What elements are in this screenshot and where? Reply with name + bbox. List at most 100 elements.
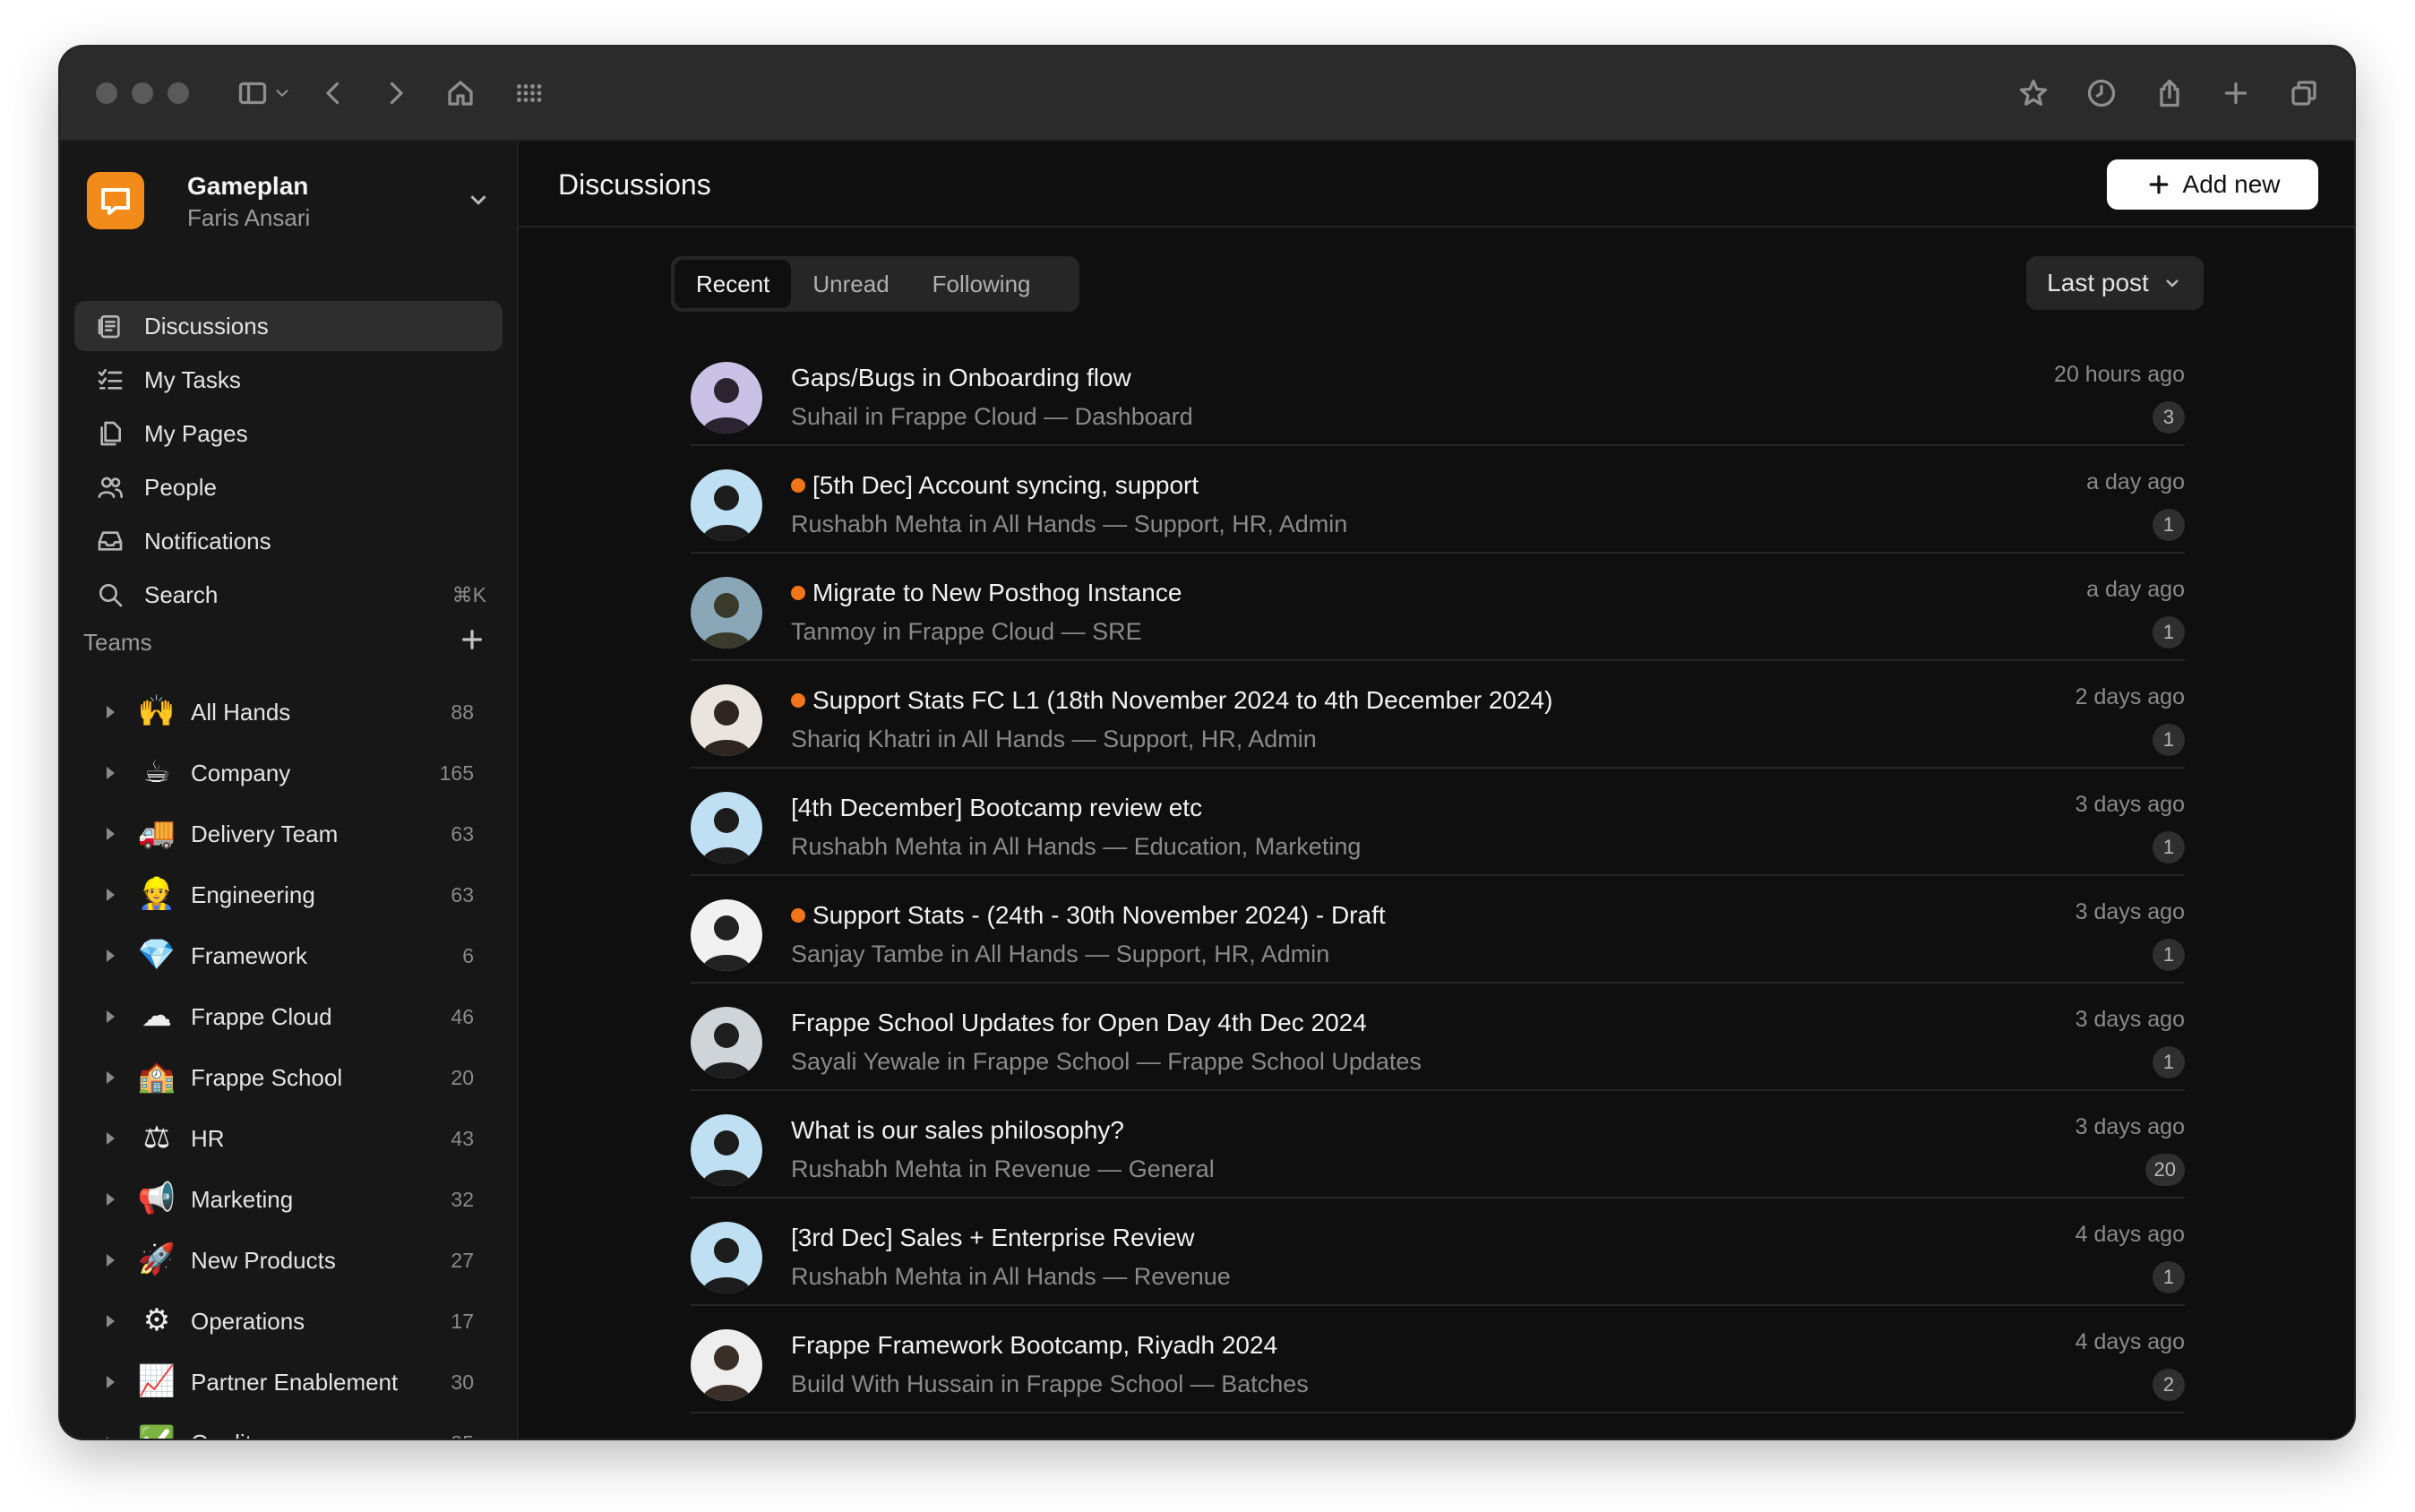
maximize-window-button[interactable] [168, 82, 189, 104]
expand-caret-icon[interactable] [107, 1376, 115, 1388]
avatar[interactable] [691, 362, 762, 434]
team-item-delivery-team[interactable]: 🚚 Delivery Team 63 [74, 804, 503, 865]
discussion-time: 20 hours ago [2054, 362, 2185, 387]
team-count: 27 [451, 1249, 474, 1272]
chevron-down-icon[interactable] [465, 186, 492, 213]
minimize-window-button[interactable] [132, 82, 153, 104]
unread-dot-icon [791, 693, 805, 708]
expand-caret-icon[interactable] [107, 1315, 115, 1327]
avatar[interactable] [691, 469, 762, 541]
sort-dropdown[interactable]: Last post [2026, 256, 2204, 310]
nav-item-notifications[interactable]: Notifications [74, 516, 503, 566]
nav-item-my-tasks[interactable]: My Tasks [74, 355, 503, 405]
unread-dot-icon [791, 586, 805, 600]
workspace-user: Faris Ansari [187, 204, 311, 231]
team-item-company[interactable]: ☕ Company 165 [74, 743, 503, 804]
home-icon[interactable] [443, 76, 477, 110]
history-icon[interactable] [2084, 76, 2118, 110]
expand-caret-icon[interactable] [107, 1071, 115, 1084]
back-icon[interactable] [316, 76, 350, 110]
discussion-title[interactable]: Support Stats - (24th - 30th November 20… [791, 901, 1386, 930]
discussion-row[interactable]: Support Stats - (24th - 30th November 20… [691, 876, 2185, 984]
discussion-time: 2 days ago [2075, 684, 2185, 709]
search-icon [96, 580, 125, 609]
chevron-down-icon[interactable] [271, 76, 293, 110]
team-item-new-products[interactable]: 🚀 New Products 27 [74, 1231, 503, 1292]
tab-following[interactable]: Following [911, 260, 1053, 308]
team-emoji: 📈 [137, 1363, 176, 1399]
discussion-row[interactable]: What is our sales philosophy? Rushabh Meh… [691, 1091, 2185, 1198]
workspace-switcher[interactable]: Gameplan Faris Ansari [87, 168, 492, 231]
nav-item-my-pages[interactable]: My Pages [74, 408, 503, 459]
forward-icon[interactable] [379, 76, 413, 110]
avatar[interactable] [691, 1329, 762, 1401]
discussion-row[interactable]: Support Stats FC L1 (18th November 2024 … [691, 661, 2185, 769]
bookmark-star-icon[interactable] [2016, 76, 2050, 110]
discussion-title[interactable]: Migrate to New Posthog Instance [791, 579, 1182, 607]
discussion-row[interactable]: Frappe School Updates for Open Day 4th D… [691, 984, 2185, 1091]
expand-caret-icon[interactable] [107, 1132, 115, 1145]
discussion-title-text: What is our sales philosophy? [791, 1116, 1124, 1144]
team-item-all-hands[interactable]: 🙌 All Hands 88 [74, 683, 503, 743]
expand-caret-icon[interactable] [107, 889, 115, 901]
discussion-title[interactable]: Gaps/Bugs in Onboarding flow [791, 364, 1131, 392]
team-item-framework[interactable]: 💎 Framework 6 [74, 926, 503, 987]
avatar[interactable] [691, 1114, 762, 1186]
discussion-title-text: [3rd Dec] Sales + Enterprise Review [791, 1224, 1195, 1251]
discussion-title[interactable]: [5th Dec] Account syncing, support [791, 471, 1199, 500]
discussion-row[interactable]: Frappe Framework Bootcamp, Riyadh 2024 Bu… [691, 1306, 2185, 1413]
avatar[interactable] [691, 577, 762, 649]
avatar[interactable] [691, 792, 762, 863]
team-name: Quality [191, 1430, 263, 1439]
sidebar-toggle-icon[interactable] [236, 76, 270, 110]
expand-caret-icon[interactable] [107, 767, 115, 779]
nav-item-people[interactable]: People [74, 462, 503, 512]
expand-caret-icon[interactable] [107, 1193, 115, 1206]
teams-list: 🙌 All Hands 88 ☕ Company 165 🚚 Delivery … [74, 683, 503, 1439]
tabs-overview-icon[interactable] [2287, 76, 2321, 110]
avatar[interactable] [691, 1007, 762, 1078]
discussion-row[interactable]: [5th Dec] Account syncing, support Rushab… [691, 446, 2185, 554]
share-icon[interactable] [2153, 76, 2187, 110]
avatar[interactable] [691, 684, 762, 756]
avatar[interactable] [691, 1222, 762, 1293]
team-item-partner-enablement[interactable]: 📈 Partner Enablement 30 [74, 1353, 503, 1413]
nav-item-discussions[interactable]: Discussions [74, 301, 503, 351]
discussion-title[interactable]: Support Stats FC L1 (18th November 2024 … [791, 686, 1552, 715]
team-item-frappe-cloud[interactable]: ☁ Frappe Cloud 46 [74, 987, 503, 1048]
new-tab-icon[interactable] [2219, 76, 2253, 110]
tab-unread[interactable]: Unread [791, 260, 910, 308]
team-item-marketing[interactable]: 📢 Marketing 32 [74, 1170, 503, 1231]
team-item-frappe-school[interactable]: 🏫 Frappe School 20 [74, 1048, 503, 1109]
nav-item-search[interactable]: Search ⌘K [74, 570, 503, 620]
expand-caret-icon[interactable] [107, 949, 115, 962]
team-name: Partner Enablement [191, 1369, 399, 1396]
unread-dot-icon [791, 478, 805, 493]
discussion-title[interactable]: Frappe School Updates for Open Day 4th D… [791, 1009, 1367, 1037]
expand-caret-icon[interactable] [107, 1010, 115, 1023]
avatar[interactable] [691, 899, 762, 971]
discussion-title[interactable]: [3rd Dec] Sales + Enterprise Review [791, 1224, 1195, 1252]
apps-grid-icon[interactable] [511, 76, 546, 110]
people-icon [96, 473, 125, 502]
discussion-title[interactable]: Frappe Framework Bootcamp, Riyadh 2024 [791, 1331, 1277, 1360]
team-item-quality[interactable]: ✅ Quality 35 [74, 1413, 503, 1439]
tab-recent[interactable]: Recent [675, 260, 792, 308]
discussion-title[interactable]: [4th December] Bootcamp review etc [791, 794, 1202, 822]
expand-caret-icon[interactable] [107, 828, 115, 840]
discussion-row[interactable]: Migrate to New Posthog Instance Tanmoy in… [691, 554, 2185, 661]
discussion-row[interactable]: Gaps/Bugs in Onboarding flow Suhail in Fr… [691, 339, 2185, 446]
add-team-icon[interactable] [458, 625, 490, 657]
discussion-row[interactable]: [3rd Dec] Sales + Enterprise Review Rusha… [691, 1198, 2185, 1306]
expand-caret-icon[interactable] [107, 1437, 115, 1439]
team-item-engineering[interactable]: 👷 Engineering 63 [74, 865, 503, 926]
discussion-row[interactable]: [4th December] Bootcamp review etc Rushab… [691, 769, 2185, 876]
team-item-operations[interactable]: ⚙ Operations 17 [74, 1292, 503, 1353]
add-new-button[interactable]: Add new [2107, 159, 2318, 210]
team-item-hr[interactable]: ⚖ HR 43 [74, 1109, 503, 1170]
discussion-title[interactable]: What is our sales philosophy? [791, 1116, 1124, 1145]
expand-caret-icon[interactable] [107, 1254, 115, 1267]
expand-caret-icon[interactable] [107, 706, 115, 718]
close-window-button[interactable] [96, 82, 117, 104]
team-count: 20 [451, 1066, 474, 1089]
